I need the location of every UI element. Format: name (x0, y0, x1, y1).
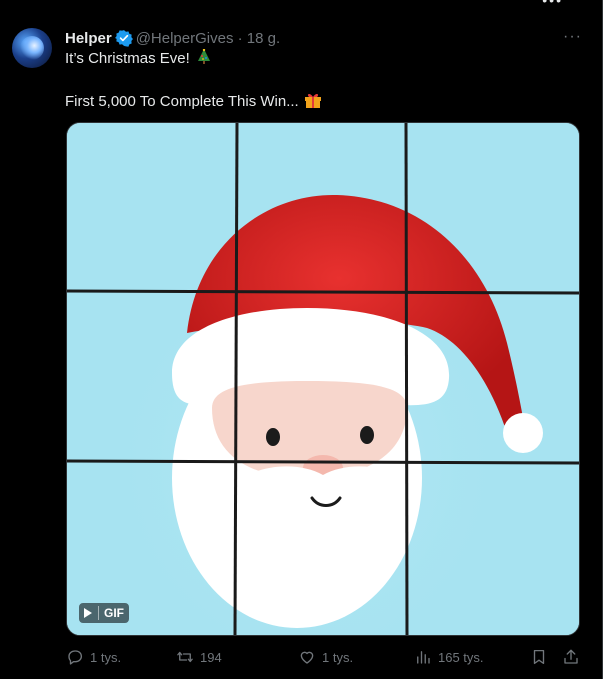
share-icon (564, 649, 578, 664)
play-icon (84, 608, 92, 618)
header-separator: · (237, 29, 243, 47)
tweet-time[interactable]: 18 g. (247, 30, 280, 47)
bookmark-button[interactable] (530, 648, 548, 666)
tweet-header: Helper @HelperGives · 18 g. (65, 28, 280, 48)
tweet-actions: 1 tys. 194 1 tys. 165 tys. (66, 648, 586, 670)
share-button[interactable] (562, 648, 580, 666)
reply-count: 1 tys. (90, 649, 122, 665)
retweet-icon (177, 651, 193, 663)
santa-puzzle-image (67, 123, 579, 635)
author-name[interactable]: Helper (65, 30, 112, 47)
heart-icon (300, 651, 314, 664)
christmas-tree-icon (197, 49, 210, 64)
reply-icon (68, 650, 83, 665)
top-more-icon[interactable]: ••• (542, 0, 563, 8)
tweet-text-line-2: First 5,000 To Complete This Win... (65, 91, 322, 110)
avatar[interactable] (12, 28, 52, 68)
tweet-text-2: First 5,000 To Complete This Win... (65, 93, 299, 110)
more-options-icon[interactable]: ··· (563, 28, 582, 46)
gif-media[interactable]: GIF (66, 122, 580, 636)
bookmark-icon (533, 649, 545, 665)
views-count: 165 tys. (438, 649, 484, 665)
gif-label: GIF (104, 606, 124, 620)
author-handle[interactable]: @HelperGives (136, 30, 234, 47)
retweet-button[interactable]: 194 (176, 648, 222, 666)
retweet-count: 194 (200, 649, 222, 665)
top-bar: ••• (0, 0, 603, 14)
gif-badge[interactable]: GIF (79, 603, 129, 623)
tweet[interactable]: Helper @HelperGives · 18 g. ··· It’s Chr… (0, 14, 602, 679)
views-icon (417, 651, 430, 664)
reply-button[interactable]: 1 tys. (66, 648, 121, 666)
like-count: 1 tys. (322, 649, 354, 665)
gift-icon (304, 93, 321, 108)
like-button[interactable]: 1 tys. (298, 648, 353, 666)
views-button[interactable]: 165 tys. (414, 648, 484, 666)
verified-badge-icon (114, 30, 133, 47)
tweet-text-line-1: It’s Christmas Eve! (65, 49, 211, 67)
tweet-text-1: It’s Christmas Eve! (65, 50, 190, 67)
badge-divider (98, 606, 99, 620)
